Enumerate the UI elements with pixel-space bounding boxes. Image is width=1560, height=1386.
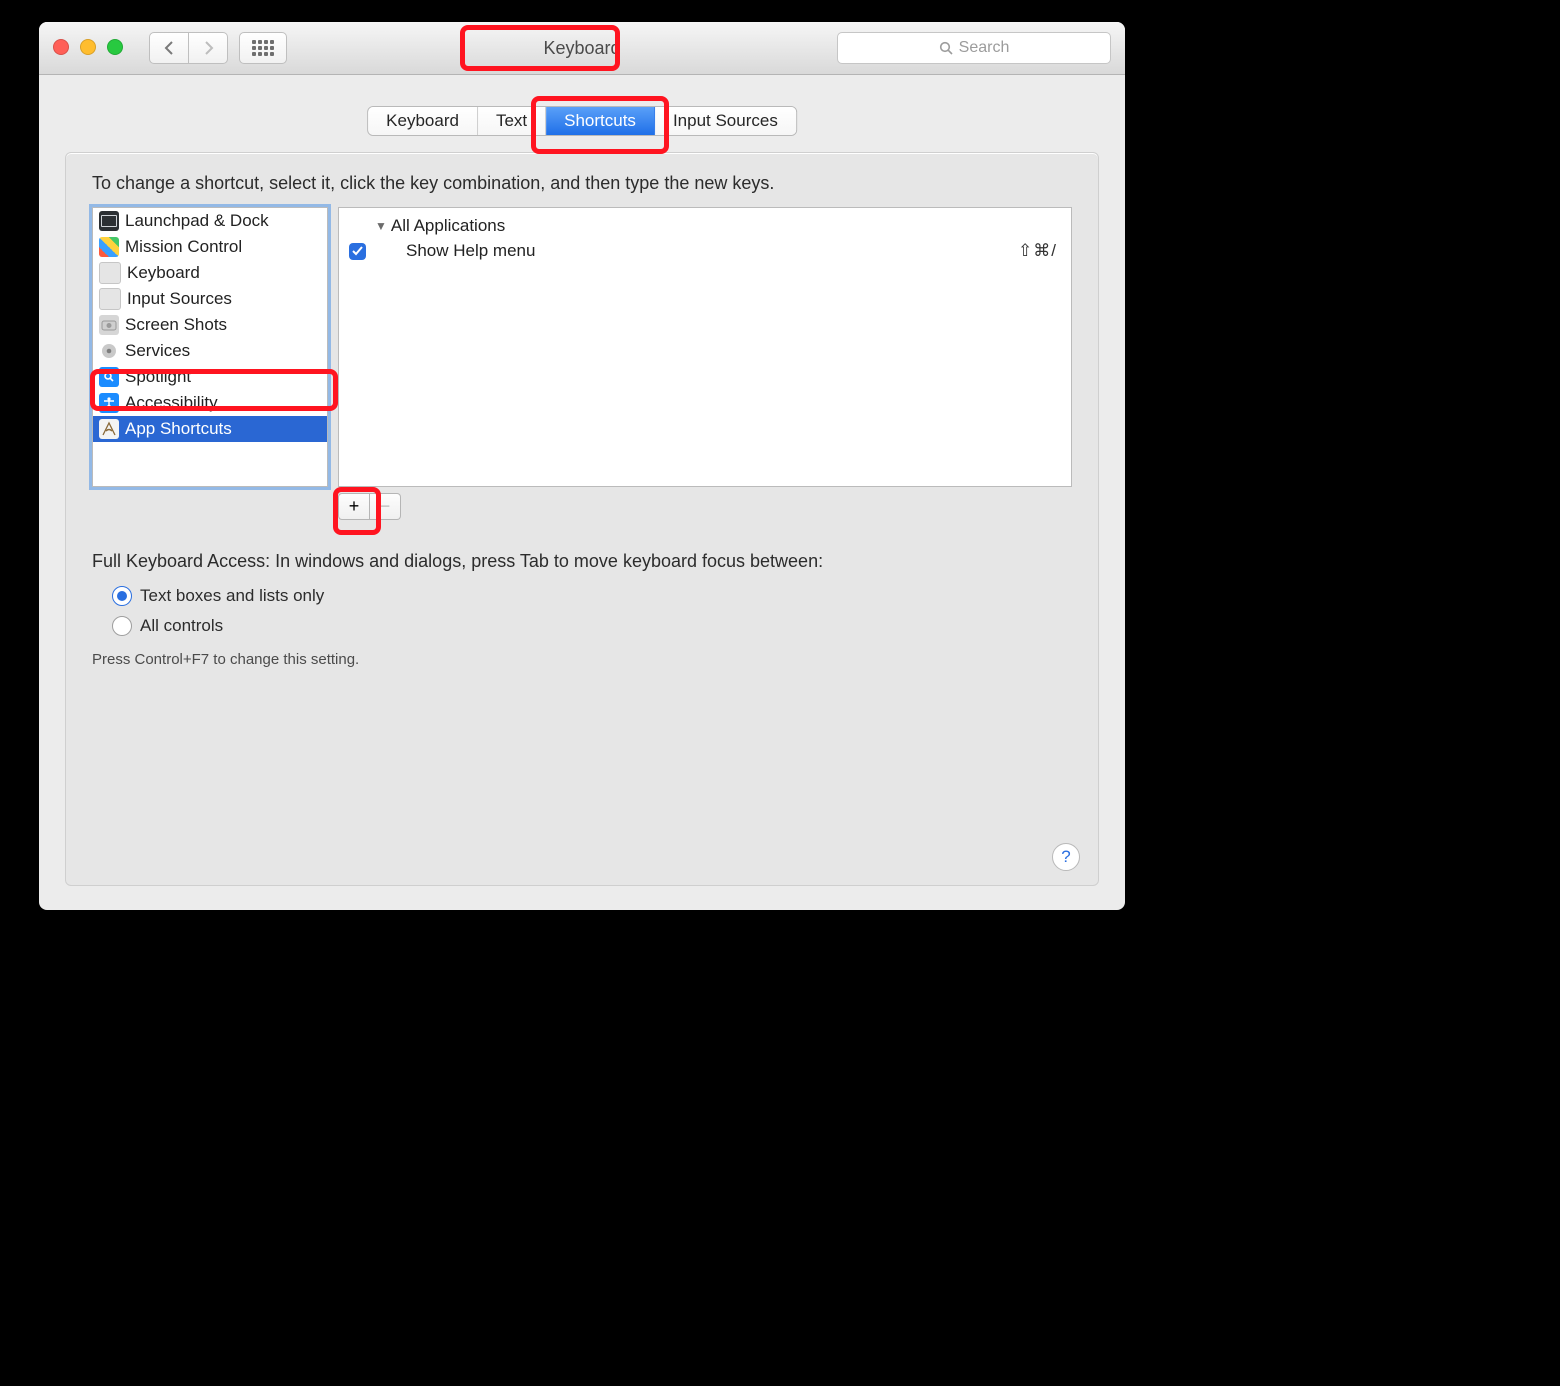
keyboard-icon [99,262,121,284]
keyboard-icon [99,288,121,310]
nav-buttons [149,32,228,64]
radio-icon[interactable] [112,616,132,636]
cat-services[interactable]: Services [93,338,327,364]
cat-mission-control[interactable]: Mission Control [93,234,327,260]
tab-bar: Keyboard Text Shortcuts Input Sources [367,106,797,136]
tab-input-sources[interactable]: Input Sources [655,107,796,135]
search-input[interactable]: Search [837,32,1111,64]
search-icon [939,41,953,55]
shortcut-list[interactable]: ▼ All Applications Show Help menu ⇧⌘/ [338,207,1072,487]
cat-spotlight[interactable]: Spotlight [93,364,327,390]
zoom-icon[interactable] [107,39,123,55]
app-shortcuts-icon [99,419,119,439]
spotlight-icon [99,367,119,387]
mission-control-icon [99,237,119,257]
shortcut-checkbox[interactable] [349,243,366,260]
preferences-window: Keyboard Search Keyboard Text Shortcuts … [39,22,1125,910]
radio-icon[interactable] [112,586,132,606]
cat-accessibility[interactable]: Accessibility [93,390,327,416]
gear-icon [99,341,119,361]
forward-button[interactable] [189,32,228,64]
tab-shortcuts[interactable]: Shortcuts [546,107,655,135]
shortcut-keys[interactable]: ⇧⌘/ [1018,241,1057,261]
back-button[interactable] [149,32,189,64]
window-title: Keyboard [543,38,620,59]
cat-launchpad-dock[interactable]: Launchpad & Dock [93,208,327,234]
full-keyboard-access-label: Full Keyboard Access: In windows and dia… [92,551,823,572]
control-f7-hint: Press Control+F7 to change this setting. [92,651,359,668]
radio-all-controls[interactable]: All controls [112,611,324,641]
disclosure-triangle-icon[interactable]: ▼ [375,219,387,233]
search-placeholder: Search [959,39,1010,57]
cat-input-sources[interactable]: Input Sources [93,286,327,312]
show-all-button[interactable] [239,32,287,64]
tab-keyboard[interactable]: Keyboard [368,107,478,135]
cat-app-shortcuts[interactable]: App Shortcuts [93,416,327,442]
camera-icon [99,315,119,335]
shortcut-row[interactable]: Show Help menu ⇧⌘/ [349,238,1061,264]
launchpad-icon [99,211,119,231]
cat-screen-shots[interactable]: Screen Shots [93,312,327,338]
remove-button[interactable]: − [370,493,401,520]
help-button[interactable]: ? [1052,843,1080,871]
accessibility-icon [99,393,119,413]
tab-text[interactable]: Text [478,107,546,135]
shortcut-label: Show Help menu [406,241,535,261]
close-icon[interactable] [53,39,69,55]
shortcut-group-label: All Applications [391,216,505,236]
titlebar: Keyboard Search [39,22,1125,75]
radio-text-boxes[interactable]: Text boxes and lists only [112,581,324,611]
window-controls [53,39,123,55]
full-keyboard-access-options: Text boxes and lists only All controls [112,581,324,641]
shortcut-group-row[interactable]: ▼ All Applications [349,214,1061,238]
panes: Launchpad & Dock Mission Control Keyboar… [92,207,1072,487]
add-button[interactable]: + [338,493,370,520]
category-list[interactable]: Launchpad & Dock Mission Control Keyboar… [92,207,328,487]
content-pane: To change a shortcut, select it, click t… [65,152,1099,886]
instruction-text: To change a shortcut, select it, click t… [92,173,1072,194]
minimize-icon[interactable] [80,39,96,55]
add-remove-buttons: + − [338,493,401,520]
cat-keyboard[interactable]: Keyboard [93,260,327,286]
grid-icon [252,40,274,56]
